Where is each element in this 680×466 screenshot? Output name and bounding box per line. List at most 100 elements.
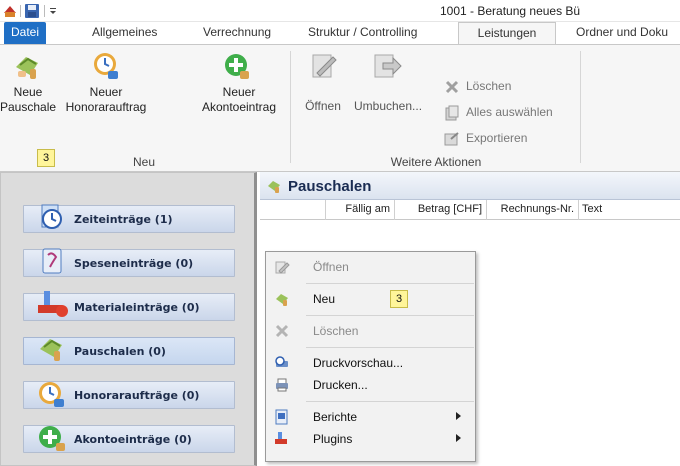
neuer-akontoeintrag-button[interactable]: Neuer Akontoeintrag xyxy=(192,54,286,115)
menu-item-berichte[interactable]: Berichte xyxy=(266,406,475,428)
rebook-icon xyxy=(371,49,403,81)
loeschen-button[interactable]: Löschen xyxy=(444,79,511,95)
group-separator xyxy=(290,51,291,163)
title-bar: 1001 - Beratung neues Bü xyxy=(0,0,680,22)
umbuchen-label: Umbuchen... xyxy=(354,99,423,113)
menu-item-loeschen[interactable]: Löschen xyxy=(266,320,475,342)
grid-column-header: Fällig am Betrag [CHF] Rechnungs-Nr. Tex… xyxy=(260,200,680,220)
menu-item-neu[interactable]: Neu 3 xyxy=(266,288,475,310)
neuer-honorarauftrag-label-2: Honorarauftrag xyxy=(65,100,147,114)
exportieren-button[interactable]: Exportieren xyxy=(444,131,527,147)
neuer-honorarauftrag-button[interactable]: Neuer Honorarauftrag xyxy=(58,53,154,115)
plugins-icon xyxy=(274,431,290,447)
menu-label: Neu xyxy=(313,292,336,306)
customize-dropdown-icon[interactable] xyxy=(48,3,58,19)
menu-separator xyxy=(306,347,474,348)
submenu-arrow-icon xyxy=(456,412,461,420)
separator xyxy=(20,5,21,17)
material-icon xyxy=(36,289,68,321)
pauschale-icon xyxy=(274,291,290,307)
tab-allgemeines[interactable]: Allgemeines xyxy=(84,22,165,44)
oeffnen-button[interactable]: Öffnen xyxy=(298,54,348,114)
pauschale-icon xyxy=(36,333,68,365)
honorarauftrag-icon xyxy=(90,49,122,81)
neue-pauschale-button[interactable]: Neue Pauschale xyxy=(0,57,57,115)
menu-label: Öffnen xyxy=(313,260,349,274)
export-icon xyxy=(444,131,460,147)
tab-leistungen[interactable]: Leistungen xyxy=(458,22,556,45)
window-title: 1001 - Beratung neues Bü xyxy=(440,4,581,18)
column-header-rechnungs-nr[interactable]: Rechnungs-Nr. xyxy=(487,200,579,220)
neue-pauschale-label-1: Neue xyxy=(13,85,43,99)
print-preview-icon xyxy=(274,355,290,371)
nav-honorarauftraege[interactable]: Honoraraufträge (0) xyxy=(23,381,235,409)
reports-icon xyxy=(274,409,290,425)
tab-ordner-und-doku[interactable]: Ordner und Doku xyxy=(568,22,676,44)
nav-materialeintraege[interactable]: Materialeinträge (0) xyxy=(23,291,235,321)
menu-label: Berichte xyxy=(313,410,358,424)
app-icon[interactable] xyxy=(2,3,18,19)
group-separator xyxy=(580,51,581,163)
column-header-betrag[interactable]: Betrag [CHF] xyxy=(395,200,487,220)
menu-label: Plugins xyxy=(313,432,353,446)
tab-verrechnung[interactable]: Verrechnung xyxy=(195,22,279,44)
umbuchen-button[interactable]: Umbuchen... xyxy=(354,54,423,114)
receipt-icon xyxy=(36,245,68,277)
pauschale-icon xyxy=(12,49,44,81)
alles-auswaehlen-label: Alles auswählen xyxy=(466,105,553,120)
nav-label: Materialeinträge (0) xyxy=(74,301,200,314)
neue-pauschale-label-2: Pauschale xyxy=(0,100,57,114)
akontoeintrag-icon xyxy=(36,421,68,453)
menu-separator xyxy=(306,283,474,284)
panel-title: Pauschalen xyxy=(288,178,372,195)
akontoeintrag-icon xyxy=(220,49,252,81)
column-header-faellig-am[interactable]: Fällig am xyxy=(326,200,395,220)
left-navigation: Zeiteinträge (1) Speseneinträge (0) Mate… xyxy=(0,172,257,466)
separator xyxy=(44,5,45,17)
menu-separator xyxy=(306,401,474,402)
ribbon-tabs: Datei Allgemeines Verrechnung Struktur /… xyxy=(0,22,680,45)
pauschale-icon xyxy=(266,178,282,194)
nav-akontoeintraege[interactable]: Akontoeinträge (0) xyxy=(23,425,235,453)
keytip-neu: 3 xyxy=(390,290,409,308)
nav-speseneintraege[interactable]: Speseneinträge (0) xyxy=(23,248,235,277)
clock-icon xyxy=(36,201,68,233)
delete-icon xyxy=(274,323,290,339)
open-icon xyxy=(307,49,339,81)
nav-label: Speseneinträge (0) xyxy=(74,257,194,270)
delete-icon xyxy=(444,79,460,95)
nav-zeiteintraege[interactable]: Zeiteinträge (1) xyxy=(23,204,235,233)
column-header xyxy=(260,200,326,220)
printer-icon xyxy=(274,377,290,393)
honorarauftrag-icon xyxy=(36,377,68,409)
tab-datei[interactable]: Datei xyxy=(4,22,46,44)
nav-label: Pauschalen (0) xyxy=(74,345,166,358)
menu-separator xyxy=(306,315,474,316)
menu-item-druckvorschau[interactable]: Druckvorschau... xyxy=(266,352,475,374)
menu-label: Drucken... xyxy=(313,378,368,392)
alles-auswaehlen-button[interactable]: Alles auswählen xyxy=(444,105,553,121)
oeffnen-label: Öffnen xyxy=(305,99,341,113)
nav-pauschalen[interactable]: Pauschalen (0) xyxy=(23,337,235,365)
context-menu: Öffnen Neu 3 Löschen Druckvorschau... Dr… xyxy=(265,251,476,462)
menu-label: Druckvorschau... xyxy=(313,356,404,370)
tab-struktur-controlling[interactable]: Struktur / Controlling xyxy=(300,22,425,44)
submenu-arrow-icon xyxy=(456,434,461,442)
column-header-text[interactable]: Text xyxy=(579,200,680,220)
ribbon: Neue Pauschale 3 Neuer Honorarauftrag Ne… xyxy=(0,44,680,172)
menu-item-drucken[interactable]: Drucken... xyxy=(266,374,475,396)
exportieren-label: Exportieren xyxy=(466,131,528,146)
loeschen-label: Löschen xyxy=(466,79,512,94)
menu-item-plugins[interactable]: Plugins xyxy=(266,428,475,450)
group-label-weitere-aktionen: Weitere Aktionen xyxy=(390,155,482,169)
menu-item-oeffnen[interactable]: Öffnen xyxy=(266,256,475,278)
group-label-neu: Neu xyxy=(132,155,155,169)
select-all-icon xyxy=(444,105,460,121)
nav-label: Zeiteinträge (1) xyxy=(74,213,173,226)
neuer-akontoeintrag-label-1: Neuer xyxy=(222,85,256,99)
neuer-honorarauftrag-label-1: Neuer xyxy=(89,85,123,99)
open-icon xyxy=(274,259,290,275)
nav-label: Honoraraufträge (0) xyxy=(74,389,200,402)
save-icon[interactable] xyxy=(24,3,40,19)
panel-header: Pauschalen xyxy=(260,172,680,200)
